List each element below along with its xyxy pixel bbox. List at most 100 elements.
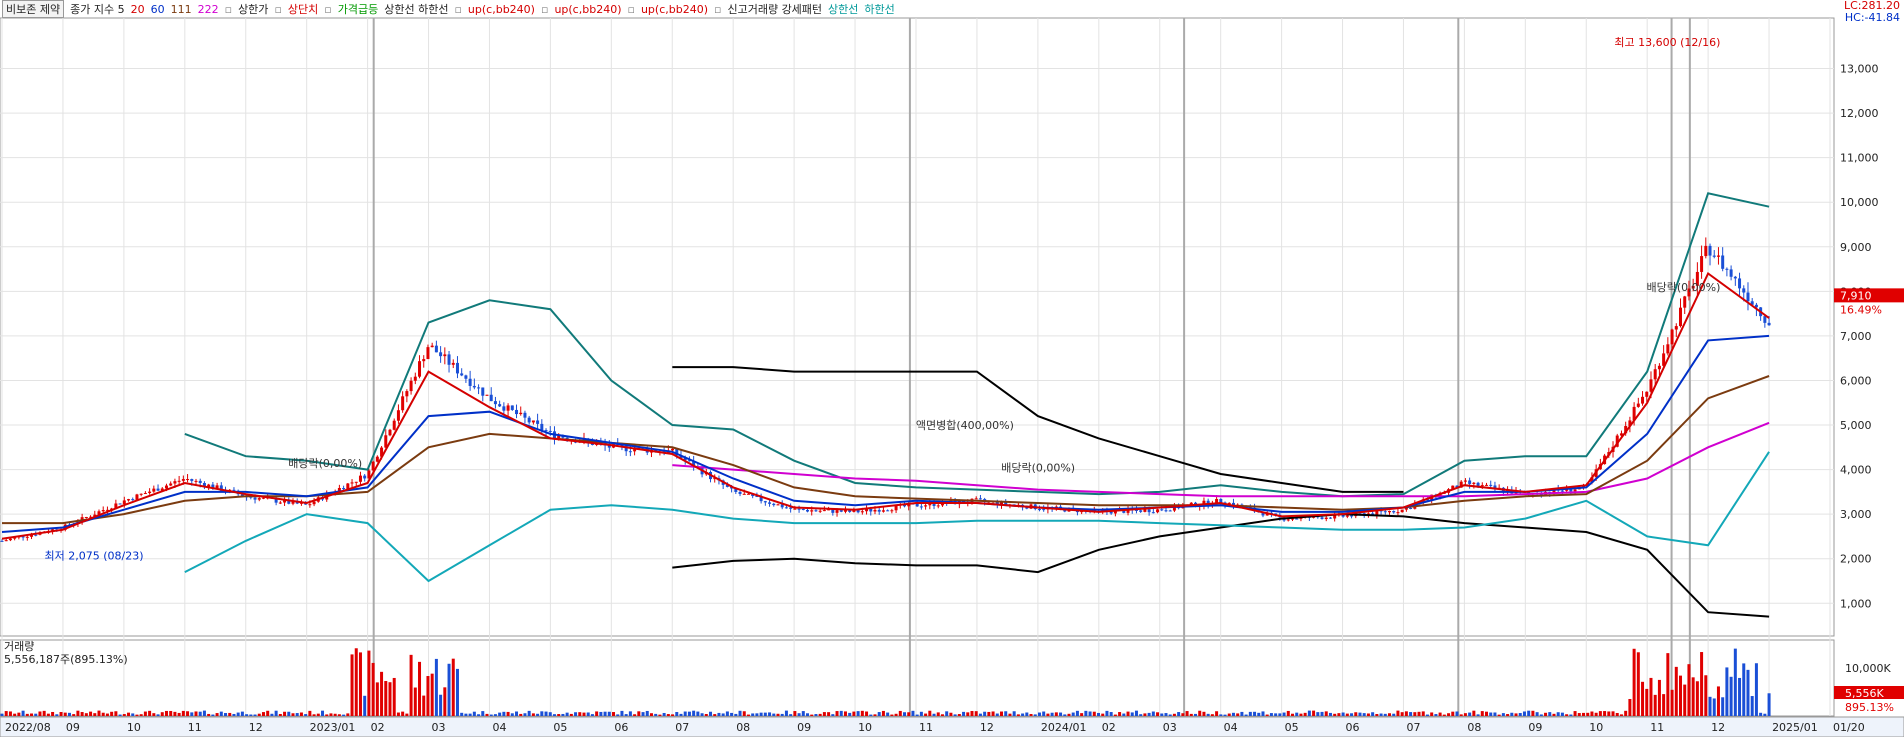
lc-hc-readout: LC:281.20 HC:-41.84	[1844, 0, 1900, 24]
volume-bar	[1312, 710, 1316, 716]
candle-body	[1472, 482, 1476, 484]
volume-bar	[375, 682, 379, 716]
volume-bar	[1033, 714, 1037, 716]
legend-item[interactable]: up(c,bb240)	[641, 3, 708, 16]
volume-bar	[1139, 714, 1143, 716]
volume-bar	[1303, 712, 1307, 716]
volume-bar	[396, 712, 400, 716]
volume-bar	[624, 714, 628, 716]
volume-bar	[1337, 713, 1341, 716]
legend-item[interactable]: 상한선 하한선	[384, 1, 448, 17]
volume-bar	[1366, 713, 1370, 716]
legend-item[interactable]: up(c,bb240)	[468, 3, 535, 16]
volume-bar	[443, 687, 447, 716]
volume-bar	[118, 714, 122, 716]
candle-body	[118, 503, 122, 505]
y-tick-label: 3,000	[1840, 508, 1872, 521]
volume-bar	[595, 711, 599, 716]
price-chart[interactable]: 1,0002,0003,0004,0005,0006,0007,0008,000…	[0, 0, 1904, 737]
price-panel	[0, 17, 1835, 637]
candle-body	[278, 502, 282, 504]
volume-bar	[696, 711, 700, 716]
volume-bar	[1468, 712, 1472, 716]
volume-unit-label: 10,000K	[1845, 662, 1891, 675]
legend-item[interactable]: 하한선	[864, 1, 894, 17]
volume-bar	[346, 713, 350, 716]
volume-bar	[25, 713, 29, 716]
candle-body	[164, 485, 168, 489]
legend-item[interactable]: 상단치	[288, 1, 318, 17]
volume-bar	[1307, 710, 1311, 716]
volume-bar	[333, 713, 337, 716]
legend-item[interactable]: 상한가	[238, 1, 268, 17]
legend-item[interactable]: 가격급등	[338, 1, 378, 17]
candle-body	[1156, 509, 1160, 513]
legend-item[interactable]: 상한선	[828, 1, 858, 17]
candle-body	[0, 540, 4, 542]
volume-bar	[949, 712, 953, 716]
volume-bar	[586, 712, 590, 716]
candle-body	[1489, 484, 1493, 486]
volume-bar	[1565, 714, 1569, 716]
volume-bar	[1409, 712, 1413, 716]
volume-label: 거래량	[4, 640, 35, 653]
volume-bar	[978, 713, 982, 716]
x-tick-label: 10	[1589, 721, 1603, 734]
candle-body	[527, 417, 531, 423]
volume-bar	[477, 714, 481, 716]
legend-sep-icon: ▫	[274, 2, 282, 16]
volume-bar	[898, 710, 902, 716]
candle-body	[890, 510, 894, 512]
volume-bar	[1716, 686, 1720, 716]
volume-bar	[1400, 712, 1404, 716]
volume-bar	[835, 711, 839, 716]
volume-bar	[1320, 711, 1324, 716]
volume-bar	[1282, 712, 1286, 716]
x-tick-label: 05	[1285, 721, 1299, 734]
volume-bar	[1383, 713, 1387, 716]
candle-body	[451, 362, 455, 365]
volume-bar	[810, 714, 814, 716]
candle-body	[1400, 509, 1404, 513]
volume-bar	[1097, 712, 1101, 716]
volume-bar	[742, 711, 746, 716]
volume-bar	[1109, 712, 1113, 716]
volume-bar	[721, 713, 725, 716]
candle-body	[1147, 509, 1151, 513]
x-tick-label: 09	[797, 721, 811, 734]
candle-body	[793, 508, 797, 510]
volume-bar	[169, 710, 173, 716]
volume-bar	[1586, 712, 1590, 716]
stock-name[interactable]: 비보존 제약	[2, 0, 65, 18]
candle-body	[127, 499, 131, 501]
volume-bar	[1295, 712, 1299, 716]
volume-bar	[894, 713, 898, 716]
candle-body	[1708, 245, 1712, 256]
legend-item[interactable]: 신고거래량 강세패턴	[727, 1, 822, 17]
candle-body	[772, 503, 776, 506]
volume-bar	[620, 710, 624, 716]
volume-bar	[1059, 712, 1063, 716]
volume-bar	[662, 712, 666, 716]
legend-sep-icon: ▫	[324, 2, 332, 16]
volume-bar	[1708, 696, 1712, 716]
volume-bar	[1227, 713, 1231, 716]
volume-bar	[8, 711, 12, 716]
candle-body	[1645, 391, 1649, 397]
volume-bar	[1071, 712, 1075, 716]
volume-bar	[329, 713, 333, 716]
volume-bar	[278, 713, 282, 716]
volume-bar	[1143, 713, 1147, 716]
volume-bar	[578, 712, 582, 716]
x-tick-label: 04	[492, 721, 506, 734]
volume-bar	[30, 713, 34, 716]
volume-bar	[17, 712, 21, 716]
legend-item[interactable]: up(c,bb240)	[554, 3, 621, 16]
volume-bar	[1733, 648, 1737, 716]
volume-bar	[413, 687, 417, 716]
candle-body	[122, 500, 126, 505]
volume-bar	[1662, 694, 1666, 716]
candle-body	[936, 505, 940, 507]
volume-bar	[683, 711, 687, 716]
candle-body	[253, 497, 257, 500]
